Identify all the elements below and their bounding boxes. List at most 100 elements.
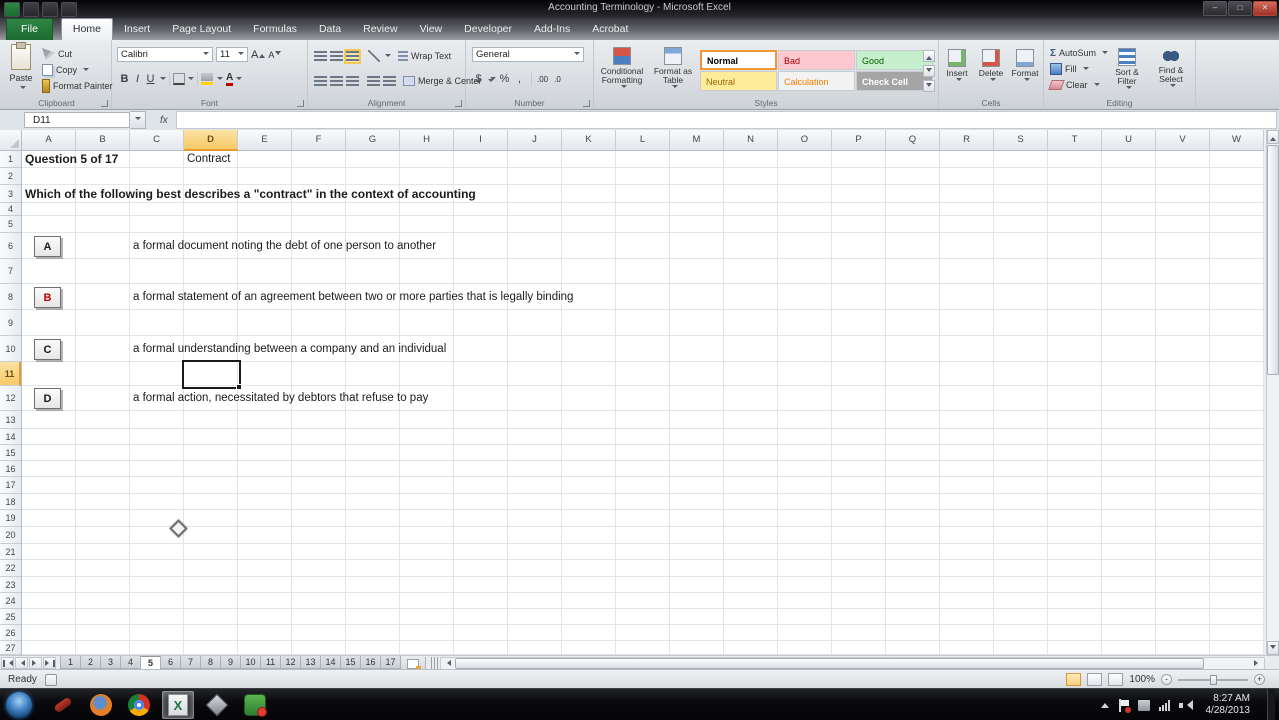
row-header-12[interactable]: 12: [0, 386, 21, 411]
column-header-T[interactable]: T: [1048, 130, 1102, 150]
volume-icon[interactable]: [1178, 699, 1193, 711]
column-header-V[interactable]: V: [1156, 130, 1210, 150]
selected-cell-outline[interactable]: [182, 360, 242, 390]
column-header-P[interactable]: P: [832, 130, 886, 150]
style-good[interactable]: Good: [856, 50, 933, 70]
next-sheet-button[interactable]: [29, 657, 42, 669]
sheet-tab-8[interactable]: 8: [200, 656, 221, 669]
column-header-N[interactable]: N: [724, 130, 778, 150]
tray-expand-icon[interactable]: [1100, 699, 1109, 708]
scroll-down-button[interactable]: [1267, 641, 1279, 655]
bold-button[interactable]: B: [118, 73, 131, 85]
comma-button[interactable]: ,: [513, 73, 526, 85]
underline-button[interactable]: U: [144, 73, 157, 85]
row-header-19[interactable]: 19: [0, 510, 21, 527]
row-header-2[interactable]: 2: [0, 168, 21, 185]
row-header-7[interactable]: 7: [0, 259, 21, 284]
gallery-scroll-up[interactable]: [923, 50, 935, 62]
row-header-13[interactable]: 13: [0, 411, 21, 429]
autosum-button[interactable]: Σ AutoSum: [1048, 45, 1110, 61]
fill-color-button[interactable]: [201, 73, 214, 85]
page-break-view-button[interactable]: [1108, 673, 1124, 686]
row-header-16[interactable]: 16: [0, 461, 21, 477]
format-as-table-button[interactable]: Format as Table: [650, 44, 696, 90]
normal-view-button[interactable]: [1066, 673, 1082, 686]
column-header-H[interactable]: H: [400, 130, 454, 150]
column-header-A[interactable]: A: [22, 130, 76, 150]
ribbon-tab-add-ins[interactable]: Add-Ins: [523, 19, 581, 40]
orientation-button[interactable]: [368, 50, 380, 62]
insert-cells-button[interactable]: Insert: [941, 46, 973, 83]
row-header-10[interactable]: 10: [0, 336, 21, 362]
first-sheet-button[interactable]: [1, 657, 14, 669]
increase-decimal-button[interactable]: .00: [537, 75, 548, 84]
column-header-L[interactable]: L: [616, 130, 670, 150]
format-painter-button[interactable]: Format Painter: [40, 78, 115, 94]
borders-button[interactable]: [173, 73, 185, 85]
align-center-button[interactable]: [330, 75, 343, 87]
answer-button-D[interactable]: D: [34, 388, 61, 409]
column-header-R[interactable]: R: [940, 130, 994, 150]
row-header-1[interactable]: 1: [0, 151, 21, 168]
sort-filter-button[interactable]: Sort & Filter: [1106, 45, 1148, 91]
taskbar-pen-tool-icon[interactable]: [48, 692, 78, 718]
ribbon-tab-review[interactable]: Review: [352, 19, 408, 40]
scroll-right-button[interactable]: [1251, 658, 1264, 669]
gallery-more-button[interactable]: [923, 80, 935, 92]
column-header-U[interactable]: U: [1102, 130, 1156, 150]
row-header-9[interactable]: 9: [0, 310, 21, 336]
row-header-27[interactable]: 27: [0, 641, 21, 655]
maximize-button[interactable]: □: [1228, 1, 1252, 16]
row-header-15[interactable]: 15: [0, 445, 21, 461]
font-family-select[interactable]: Calibri: [117, 47, 213, 62]
column-header-G[interactable]: G: [346, 130, 400, 150]
ribbon-tab-page-layout[interactable]: Page Layout: [161, 19, 242, 40]
row-header-17[interactable]: 17: [0, 477, 21, 494]
column-header-O[interactable]: O: [778, 130, 832, 150]
answer-button-C[interactable]: C: [34, 339, 61, 360]
style-check-cell[interactable]: Check Cell: [856, 71, 933, 91]
column-header-I[interactable]: I: [454, 130, 508, 150]
align-bottom-button[interactable]: [344, 48, 361, 64]
decrease-decimal-button[interactable]: .0: [554, 75, 561, 84]
scroll-left-button[interactable]: [441, 658, 454, 669]
zoom-level[interactable]: 100%: [1129, 674, 1155, 685]
ribbon-tab-file[interactable]: File: [6, 18, 53, 40]
gallery-scroll-down[interactable]: [923, 65, 935, 77]
sheet-tab-5[interactable]: 5: [140, 656, 161, 670]
row-header-4[interactable]: 4: [0, 203, 21, 216]
style-normal[interactable]: Normal: [700, 50, 777, 70]
percent-button[interactable]: %: [498, 73, 511, 85]
ribbon-tab-home[interactable]: Home: [60, 18, 113, 40]
row-header-14[interactable]: 14: [0, 429, 21, 445]
ribbon-tab-data[interactable]: Data: [308, 19, 352, 40]
column-header-C[interactable]: C: [130, 130, 184, 150]
ribbon-tab-formulas[interactable]: Formulas: [242, 19, 308, 40]
decrease-indent-button[interactable]: [367, 75, 380, 87]
column-header-F[interactable]: F: [292, 130, 346, 150]
taskbar-diamond-app-icon[interactable]: [202, 692, 232, 718]
ribbon-tab-developer[interactable]: Developer: [453, 19, 523, 40]
formula-input[interactable]: [175, 111, 1277, 129]
sheet-tab-15[interactable]: 15: [340, 656, 361, 669]
fill-handle[interactable]: [236, 384, 242, 390]
vertical-scroll-thumb[interactable]: [1267, 145, 1279, 375]
select-all-corner[interactable]: [0, 130, 22, 151]
sheet-tab-3[interactable]: 3: [100, 656, 121, 669]
number-format-select[interactable]: General: [472, 47, 584, 62]
column-header-W[interactable]: W: [1210, 130, 1264, 150]
find-select-button[interactable]: Find & Select: [1150, 45, 1192, 89]
sheet-tab-2[interactable]: 2: [80, 656, 101, 669]
scroll-up-button[interactable]: [1267, 130, 1279, 144]
row-header-26[interactable]: 26: [0, 625, 21, 641]
minimize-button[interactable]: –: [1203, 1, 1227, 16]
row-header-18[interactable]: 18: [0, 494, 21, 510]
sheet-tab-11[interactable]: 11: [260, 656, 281, 669]
align-right-button[interactable]: [346, 75, 359, 87]
network-icon[interactable]: [1158, 699, 1170, 711]
row-header-5[interactable]: 5: [0, 216, 21, 233]
last-sheet-button[interactable]: [43, 657, 56, 669]
cut-button[interactable]: Cut: [40, 46, 115, 62]
sheet-tab-7[interactable]: 7: [180, 656, 201, 669]
clear-button[interactable]: Clear: [1048, 77, 1110, 93]
